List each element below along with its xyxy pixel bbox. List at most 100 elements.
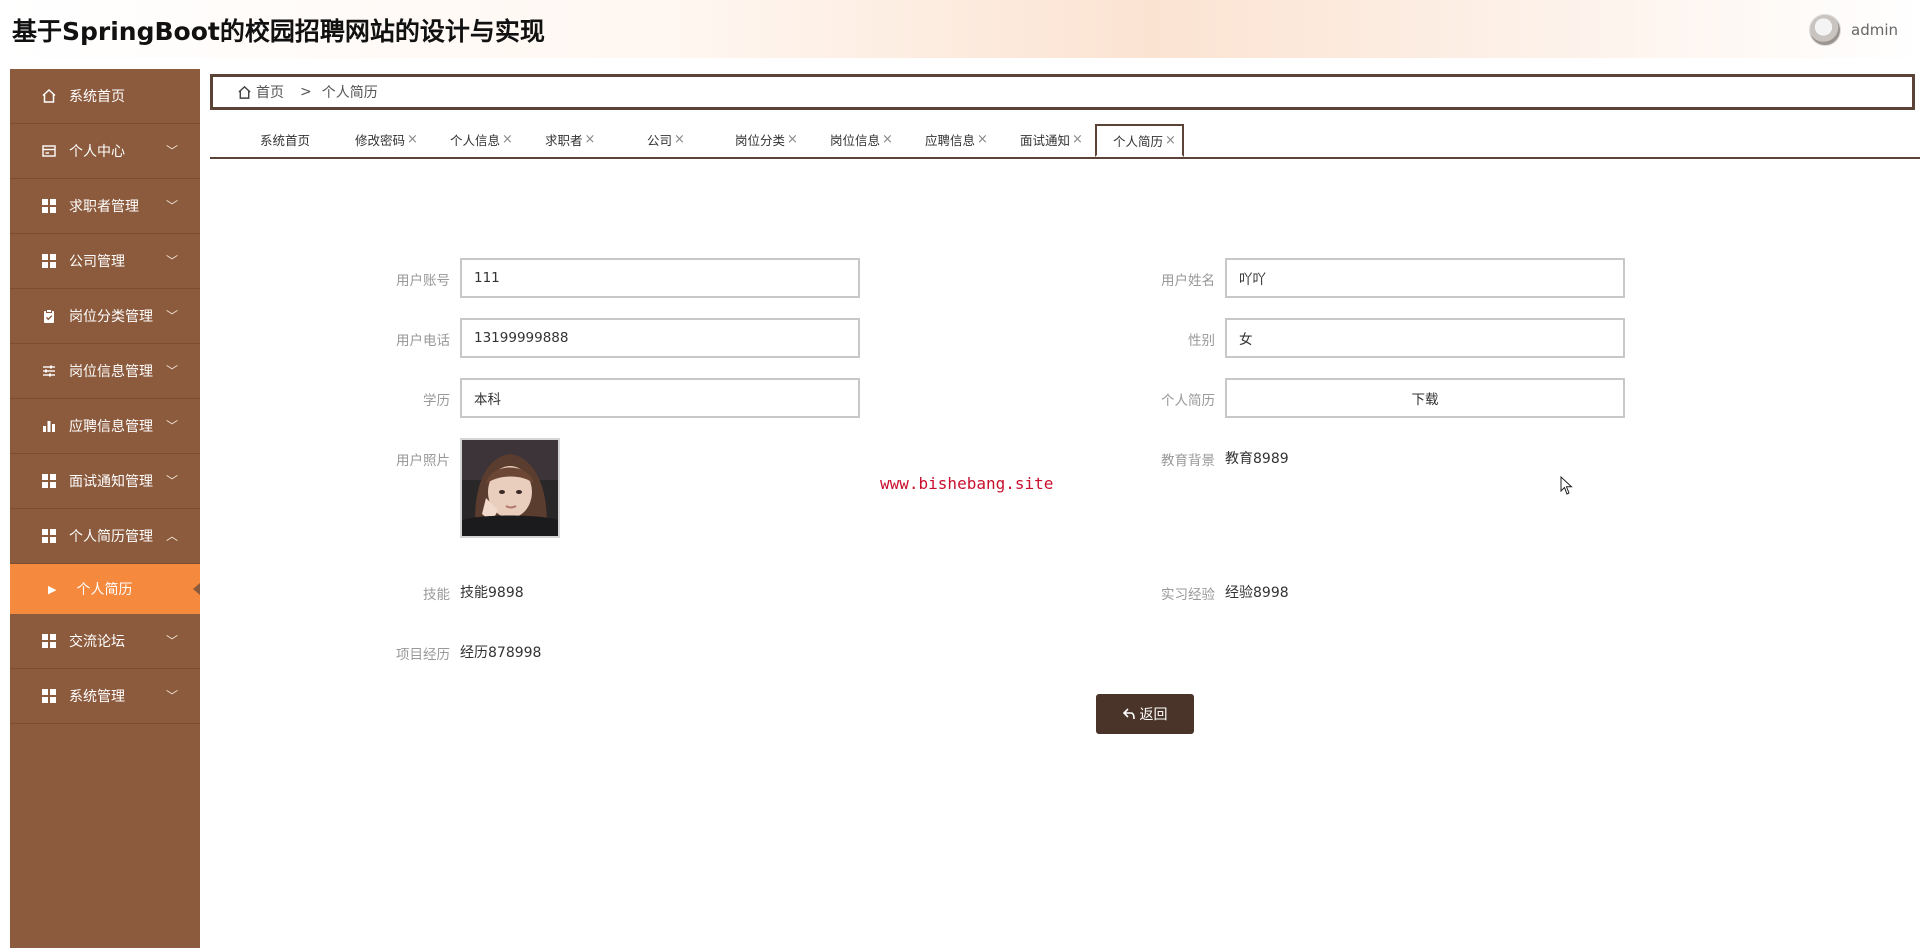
sidebar-item-applications[interactable]: 应聘信息管理 ﹀	[10, 399, 200, 454]
sidebar-item-label: 个人简历管理	[69, 529, 153, 545]
breadcrumb-home[interactable]: 首页	[256, 82, 284, 102]
user-photo[interactable]	[460, 438, 560, 538]
phone-label: 用户电话	[396, 333, 450, 349]
account-field[interactable]: 111	[460, 258, 860, 298]
tab-bar: 系统首页 修改密码 × 个人信息 × 求职者 × 公司 × 岗位分类 × 岗位信息 × 应聘…	[210, 124, 1920, 159]
mouse-cursor-icon	[1560, 475, 1574, 500]
chevron-down-icon: ﹀	[165, 419, 178, 433]
tab-label: 个人信息	[450, 133, 501, 148]
chevron-up-icon: ︿	[165, 529, 178, 543]
sidebar-item-label: 面试通知管理	[69, 474, 153, 490]
name-value: 吖吖	[1239, 272, 1266, 288]
sidebar-item-system[interactable]: 系统管理 ﹀	[10, 669, 200, 724]
tab-job-info[interactable]: 岗位信息 ×	[830, 124, 893, 155]
tab-change-password[interactable]: 修改密码 ×	[355, 124, 418, 155]
download-resume-button[interactable]: 下载	[1225, 378, 1625, 418]
edu-background-value: 教育8989	[1225, 451, 1289, 467]
tab-job-categories[interactable]: 岗位分类 ×	[735, 124, 798, 155]
tab-interview-notices[interactable]: 面试通知 ×	[1020, 124, 1083, 155]
sidebar-item-companies[interactable]: 公司管理 ﹀	[10, 234, 200, 289]
sidebar-item-personal-center[interactable]: 个人中心 ﹀	[10, 124, 200, 179]
sidebar-item-label: 求职者管理	[69, 199, 139, 215]
resume-label: 个人简历	[1161, 393, 1215, 409]
active-indicator	[193, 583, 200, 595]
chevron-down-icon: ﹀	[165, 689, 178, 703]
sidebar-item-label: 应聘信息管理	[69, 419, 153, 435]
grid-icon	[41, 473, 57, 489]
chevron-down-icon: ﹀	[165, 144, 178, 158]
username[interactable]: admin	[1851, 21, 1898, 39]
sidebar-item-label: 岗位信息管理	[69, 364, 153, 380]
avatar[interactable]	[1809, 14, 1841, 46]
close-icon[interactable]: ×	[674, 132, 685, 147]
tab-label: 个人简历	[1113, 134, 1164, 149]
sidebar-subitem-label: 个人简历	[76, 582, 133, 598]
close-icon[interactable]: ×	[1165, 133, 1176, 148]
chevron-down-icon: ﹀	[165, 254, 178, 268]
name-field[interactable]: 吖吖	[1225, 258, 1625, 298]
tab-system-home[interactable]: 系统首页	[260, 124, 310, 155]
gender-field[interactable]: 女	[1225, 318, 1625, 358]
chevron-down-icon: ﹀	[165, 199, 178, 213]
gender-value: 女	[1239, 332, 1253, 348]
sidebar-item-home[interactable]: 系统首页	[10, 69, 200, 124]
sidebar-subitem-resume[interactable]: ▶ 个人简历	[10, 564, 200, 614]
close-icon[interactable]: ×	[585, 132, 596, 147]
sidebar-item-job-info[interactable]: 岗位信息管理 ﹀	[10, 344, 200, 399]
sidebar: 系统首页 个人中心 ﹀ 求职者管理 ﹀ 公司管理 ﹀ 岗位分类管理 ﹀ 岗位信息…	[10, 69, 200, 948]
sidebar-item-label: 公司管理	[69, 254, 125, 270]
app-title: 基于SpringBoot的校园招聘网站的设计与实现	[12, 17, 545, 46]
tab-job-seekers[interactable]: 求职者 ×	[545, 124, 595, 155]
home-icon[interactable]	[237, 85, 252, 100]
close-icon[interactable]: ×	[882, 132, 893, 147]
clipboard-icon	[41, 308, 57, 324]
tab-label: 修改密码	[355, 133, 406, 148]
name-label: 用户姓名	[1161, 273, 1215, 289]
close-icon[interactable]: ×	[787, 132, 798, 147]
tab-label: 应聘信息	[925, 133, 976, 148]
card-icon	[41, 143, 57, 159]
grid-icon	[41, 688, 57, 704]
close-icon[interactable]: ×	[977, 132, 988, 147]
watermark-text: www.bishebang.site	[880, 474, 1054, 493]
sidebar-item-interview-notices[interactable]: 面试通知管理 ﹀	[10, 454, 200, 509]
chevron-down-icon: ﹀	[165, 634, 178, 648]
tab-resume[interactable]: 个人简历 ×	[1095, 124, 1184, 157]
phone-field[interactable]: 13199999888	[460, 318, 860, 358]
close-icon[interactable]: ×	[502, 132, 513, 147]
sidebar-item-resume-management[interactable]: 个人简历管理 ︿	[10, 509, 200, 564]
account-label: 用户账号	[396, 273, 450, 289]
education-field[interactable]: 本科	[460, 378, 860, 418]
tab-company[interactable]: 公司 ×	[647, 124, 685, 155]
chevron-down-icon: ﹀	[165, 364, 178, 378]
download-label: 下载	[1411, 392, 1439, 408]
grid-icon	[41, 253, 57, 269]
skills-value: 技能9898	[460, 585, 524, 601]
sliders-icon	[41, 363, 57, 379]
sidebar-item-label: 系统管理	[69, 689, 125, 705]
sidebar-item-label: 交流论坛	[69, 634, 125, 650]
bar-chart-icon	[41, 418, 57, 434]
education-label: 学历	[423, 393, 450, 409]
sidebar-item-job-categories[interactable]: 岗位分类管理 ﹀	[10, 289, 200, 344]
home-icon	[41, 88, 57, 104]
back-button[interactable]: 返回	[1096, 694, 1194, 734]
tab-label: 系统首页	[260, 133, 311, 148]
project-label: 项目经历	[396, 647, 450, 663]
close-icon[interactable]: ×	[1072, 132, 1083, 147]
close-icon[interactable]: ×	[407, 132, 418, 147]
breadcrumb-current: 个人简历	[321, 85, 378, 101]
photo-label: 用户照片	[396, 453, 450, 469]
breadcrumb-separator: >	[300, 84, 312, 100]
grid-icon	[41, 528, 57, 544]
sidebar-item-job-seekers[interactable]: 求职者管理 ﹀	[10, 179, 200, 234]
user-menu[interactable]: admin	[1809, 14, 1898, 46]
tab-personal-info[interactable]: 个人信息 ×	[450, 124, 513, 155]
tab-label: 岗位分类	[735, 133, 786, 148]
sidebar-item-forum[interactable]: 交流论坛 ﹀	[10, 614, 200, 669]
breadcrumb: 首页 > 个人简历	[210, 74, 1915, 110]
account-value: 111	[474, 270, 500, 286]
tab-applications[interactable]: 应聘信息 ×	[925, 124, 988, 155]
top-header: 基于SpringBoot的校园招聘网站的设计与实现 admin	[0, 0, 1920, 58]
grid-icon	[41, 198, 57, 214]
